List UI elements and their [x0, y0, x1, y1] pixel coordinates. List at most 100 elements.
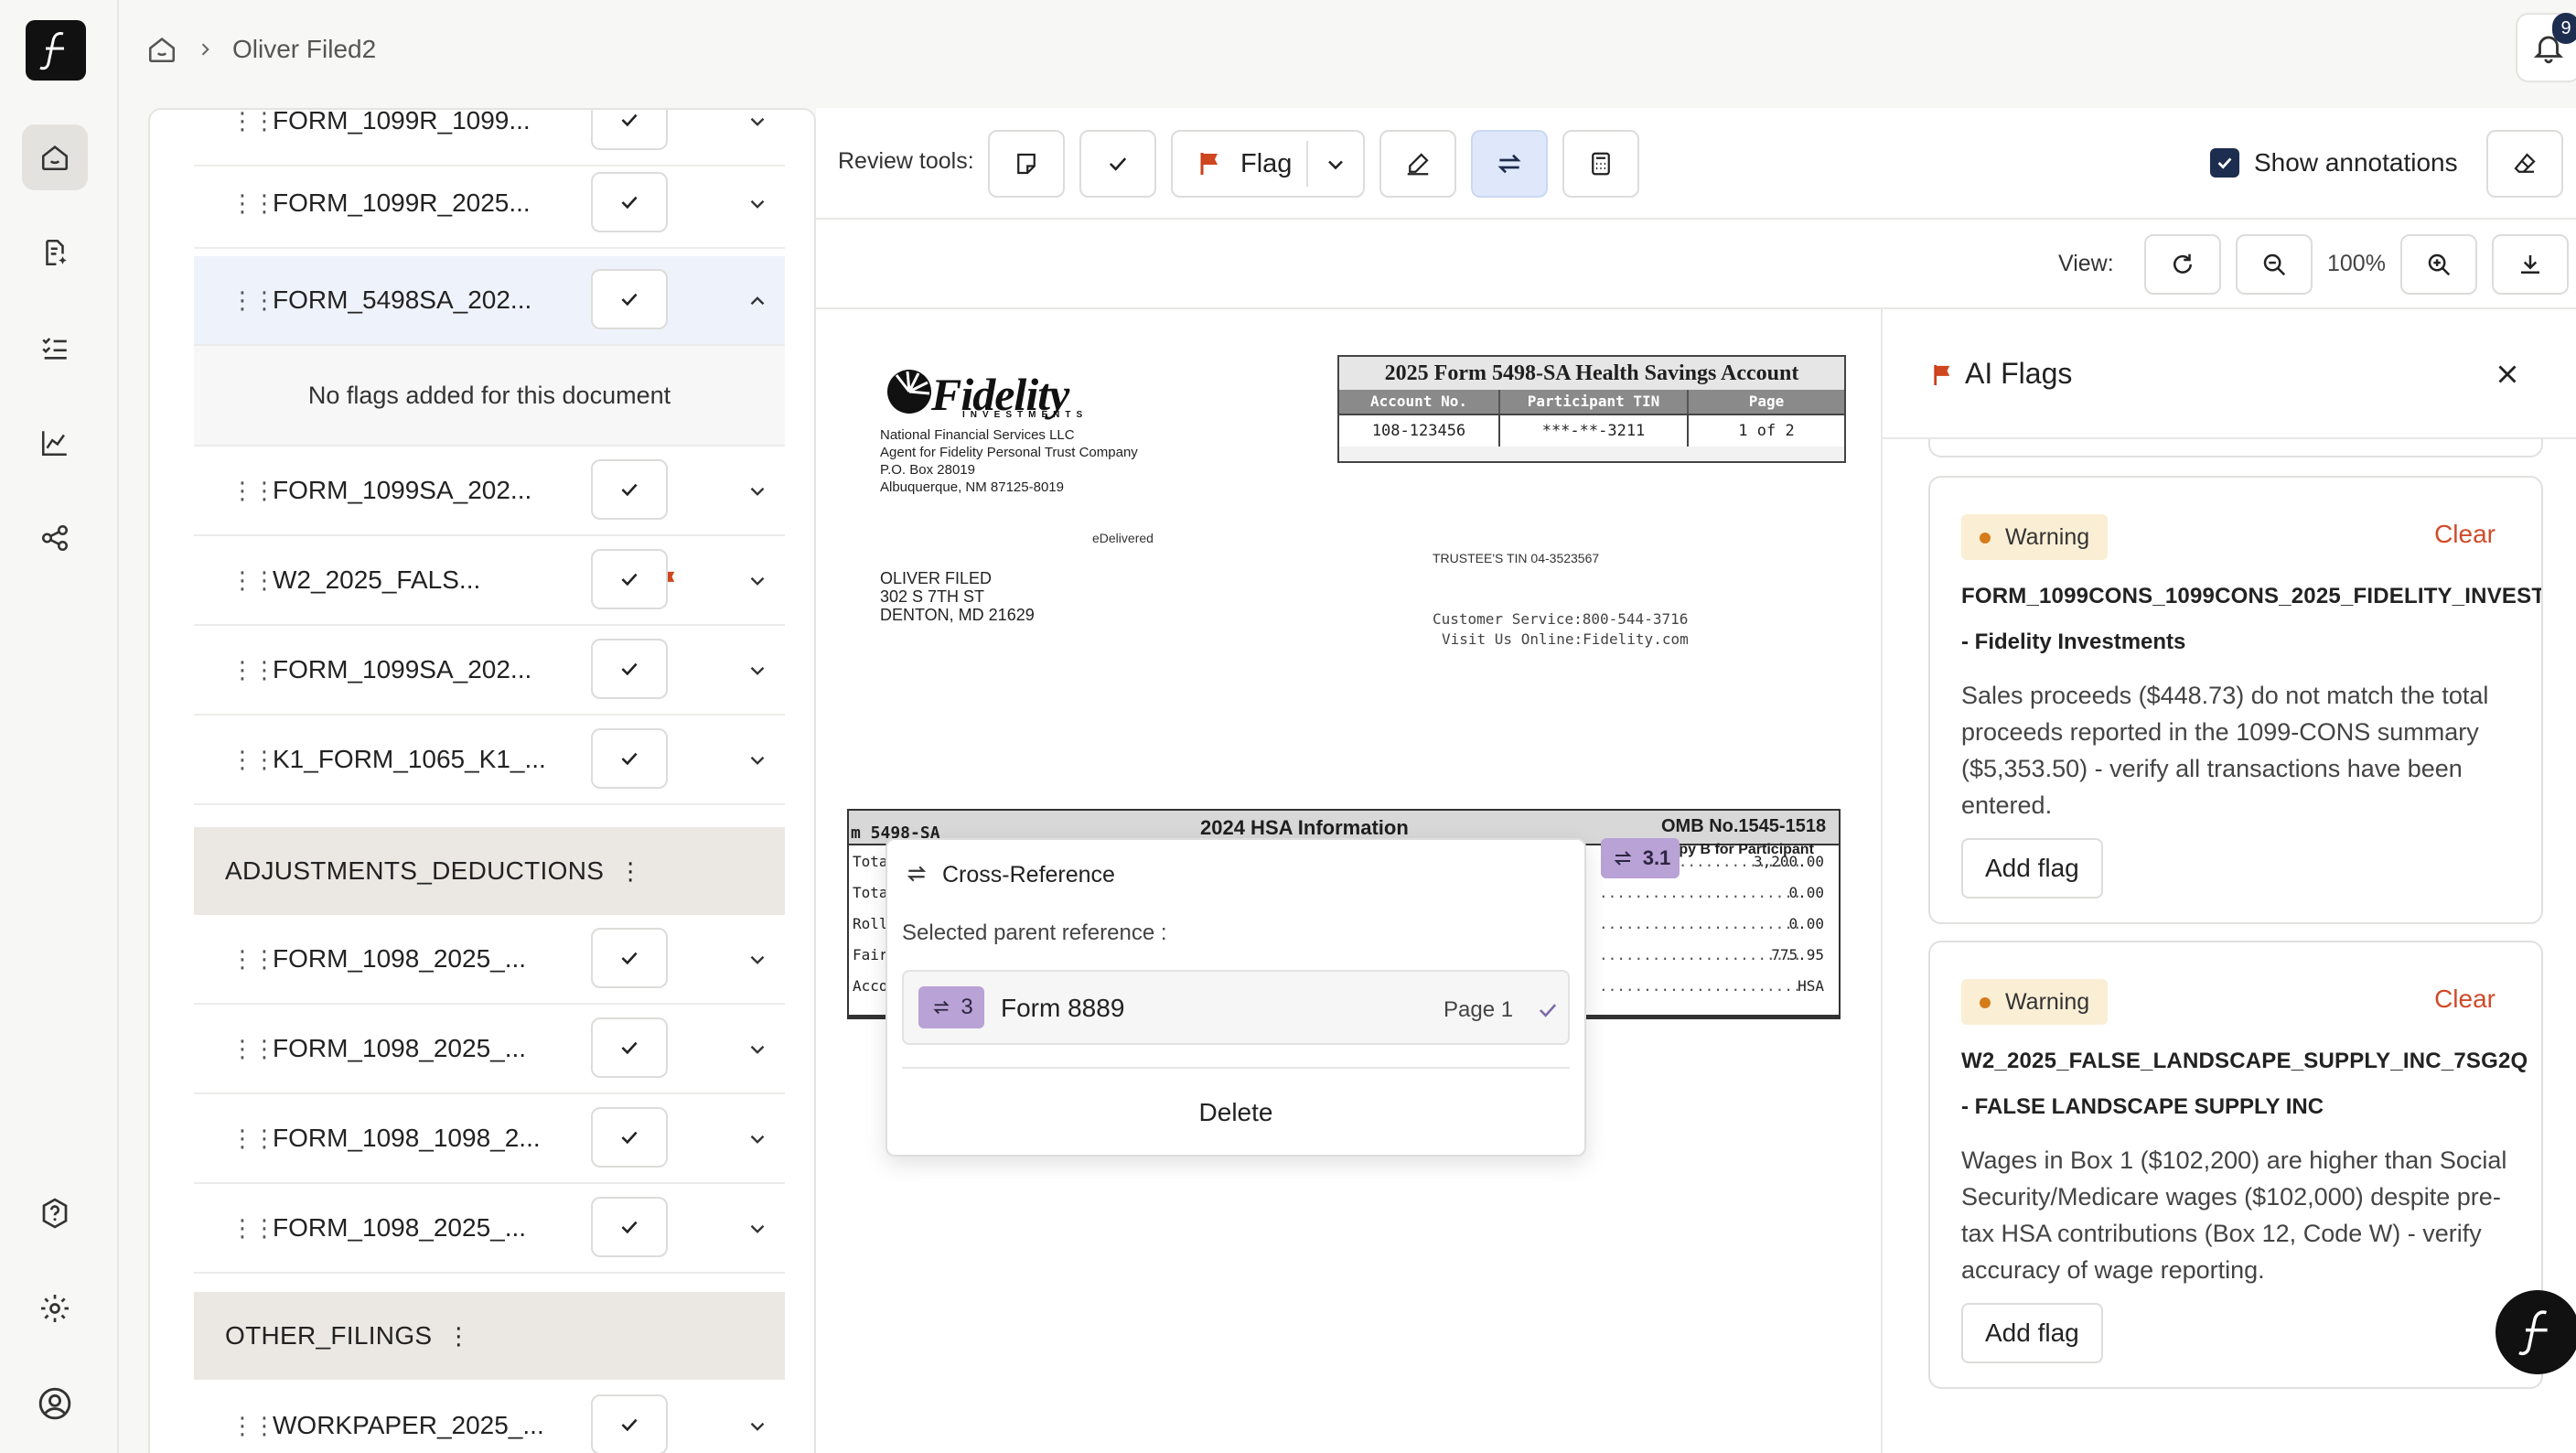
note-icon	[1017, 153, 1036, 175]
document-row[interactable]: ⋮⋮ FORM_1098_2025_...	[194, 1005, 785, 1094]
hsa-row-label: Tota	[853, 884, 888, 901]
show-annotations-checkbox[interactable]	[2210, 148, 2239, 178]
cross-reference-button[interactable]	[1471, 130, 1548, 198]
document-row[interactable]: ⋮⋮ K1_FORM_1065_K1_...	[194, 716, 785, 805]
drag-handle-icon[interactable]: ⋮⋮	[231, 748, 276, 771]
swap-arrows-icon	[1497, 154, 1521, 174]
expand-button[interactable]	[739, 942, 776, 978]
approve-button[interactable]	[1079, 130, 1156, 198]
close-icon[interactable]	[2492, 359, 2523, 390]
expand-button[interactable]	[739, 652, 776, 689]
show-annotations-label[interactable]: Show annotations	[2254, 148, 2458, 178]
section-more-icon[interactable]: ⋮	[446, 1322, 470, 1351]
nav-home[interactable]	[22, 124, 88, 190]
drag-handle-icon[interactable]: ⋮⋮	[231, 568, 276, 592]
drag-handle-icon[interactable]: ⋮⋮	[231, 288, 276, 312]
document-name: WORKPAPER_2025_...	[273, 1411, 544, 1439]
add-flag-button[interactable]: Add flag	[1961, 1303, 2103, 1363]
sticky-note-button[interactable]	[988, 130, 1065, 198]
nav-documents[interactable]	[22, 220, 88, 285]
document-row[interactable]: ⋮⋮ FORM_1099R_1099...	[194, 110, 785, 167]
drag-handle-icon[interactable]: ⋮⋮	[231, 1414, 276, 1437]
home-breadcrumb[interactable]	[146, 34, 177, 65]
document-row[interactable]: ⋮⋮ FORM_1098_1098_2...	[194, 1094, 785, 1184]
user-circle-icon	[38, 1387, 71, 1420]
document-row[interactable]: ⋮⋮ WORKPAPER_2025_...	[194, 1382, 785, 1453]
approve-document-button[interactable]	[591, 459, 668, 520]
expand-button[interactable]	[739, 563, 776, 599]
breadcrumb: Oliver Filed2	[146, 27, 376, 71]
approve-document-button[interactable]	[591, 269, 668, 329]
zoom-out-button[interactable]	[2236, 234, 2313, 295]
eraser-button[interactable]	[2486, 130, 2563, 198]
cross-reference-annotation[interactable]: 3.1	[1601, 838, 1680, 878]
expand-button[interactable]	[739, 1211, 776, 1247]
check-icon	[621, 1041, 638, 1055]
document-row[interactable]: ⋮⋮ W2_2025_FALS...	[194, 536, 785, 626]
notification-count-badge: 9	[2552, 13, 2576, 44]
approve-document-button[interactable]	[591, 110, 668, 150]
collapse-button[interactable]	[739, 283, 776, 319]
nav-tasks[interactable]	[22, 315, 88, 381]
document-name: FORM_1098_2025_...	[273, 1034, 527, 1062]
app-logo[interactable]	[26, 20, 86, 81]
flag-message: Sales proceeds ($448.73) do not match th…	[1961, 682, 2489, 819]
approve-document-button[interactable]	[591, 928, 668, 988]
breadcrumb-current[interactable]: Oliver Filed2	[232, 35, 376, 64]
delete-button[interactable]: Delete	[902, 1074, 1570, 1151]
calculator-button[interactable]	[1562, 130, 1639, 198]
drag-handle-icon[interactable]: ⋮⋮	[231, 1037, 276, 1060]
expand-button[interactable]	[739, 1121, 776, 1157]
approve-document-button[interactable]	[591, 1197, 668, 1257]
nav-profile[interactable]	[22, 1371, 88, 1437]
section-header-other-filings[interactable]: OTHER_FILINGS ⋮	[194, 1292, 785, 1380]
drag-handle-icon[interactable]: ⋮⋮	[231, 191, 276, 215]
flag-dropdown-button[interactable]: Flag	[1171, 130, 1365, 198]
chevron-down-icon[interactable]	[1323, 152, 1348, 178]
approve-document-button[interactable]	[591, 172, 668, 232]
approve-document-button[interactable]	[591, 1107, 668, 1168]
approve-document-button[interactable]	[591, 1017, 668, 1078]
drag-handle-icon[interactable]: ⋮⋮	[231, 479, 276, 502]
rotate-button[interactable]	[2144, 234, 2221, 295]
document-row[interactable]: ⋮⋮ FORM_5498SA_202...	[194, 256, 785, 346]
drag-handle-icon[interactable]: ⋮⋮	[231, 658, 276, 682]
clear-button[interactable]: Clear	[2434, 985, 2496, 1014]
nav-analytics[interactable]	[22, 410, 88, 476]
nav-help[interactable]	[22, 1180, 88, 1246]
download-button[interactable]	[2492, 234, 2569, 295]
expand-button[interactable]	[739, 742, 776, 779]
document-row[interactable]: ⋮⋮ FORM_1098_2025_...	[194, 915, 785, 1005]
signature-button[interactable]	[1379, 130, 1456, 198]
expand-button[interactable]	[739, 110, 776, 140]
add-flag-button[interactable]: Add flag	[1961, 838, 2103, 899]
drag-handle-icon[interactable]: ⋮⋮	[231, 110, 276, 133]
expand-button[interactable]	[739, 473, 776, 510]
drag-handle-icon[interactable]: ⋮⋮	[231, 947, 276, 971]
approve-document-button[interactable]	[591, 1394, 668, 1453]
clear-button[interactable]: Clear	[2434, 520, 2496, 549]
approve-document-button[interactable]	[591, 728, 668, 789]
document-row[interactable]: ⋮⋮ FORM_1099R_2025...	[194, 159, 785, 249]
drag-handle-icon[interactable]: ⋮⋮	[231, 1126, 276, 1150]
zoom-in-button[interactable]	[2400, 234, 2477, 295]
section-more-icon[interactable]: ⋮	[618, 857, 642, 886]
document-row[interactable]: ⋮⋮ FORM_1098_2025_...	[194, 1184, 785, 1274]
nav-share[interactable]	[22, 505, 88, 571]
approve-document-button[interactable]	[591, 639, 668, 699]
trustee-tin: TRUSTEE'S TIN 04-3523567	[1433, 551, 1600, 565]
section-header-adjustments[interactable]: ADJUSTMENTS_DEDUCTIONS ⋮	[194, 827, 785, 915]
assistant-fab[interactable]	[2496, 1290, 2576, 1374]
check-icon	[1109, 157, 1127, 171]
expand-button[interactable]	[739, 1408, 776, 1445]
approve-document-button[interactable]	[591, 549, 668, 609]
expand-button[interactable]	[739, 186, 776, 222]
pen-icon	[1407, 153, 1429, 176]
expand-button[interactable]	[739, 1031, 776, 1068]
ai-flags-title: AI Flags	[1965, 357, 2073, 390]
drag-handle-icon[interactable]: ⋮⋮	[231, 1216, 276, 1240]
document-row[interactable]: ⋮⋮ FORM_1099SA_202...	[194, 447, 785, 536]
document-row[interactable]: ⋮⋮ FORM_1099SA_202...	[194, 626, 785, 716]
nav-settings[interactable]	[22, 1275, 88, 1341]
parent-reference-item[interactable]: 3 Form 8889 Page 1	[902, 970, 1570, 1045]
